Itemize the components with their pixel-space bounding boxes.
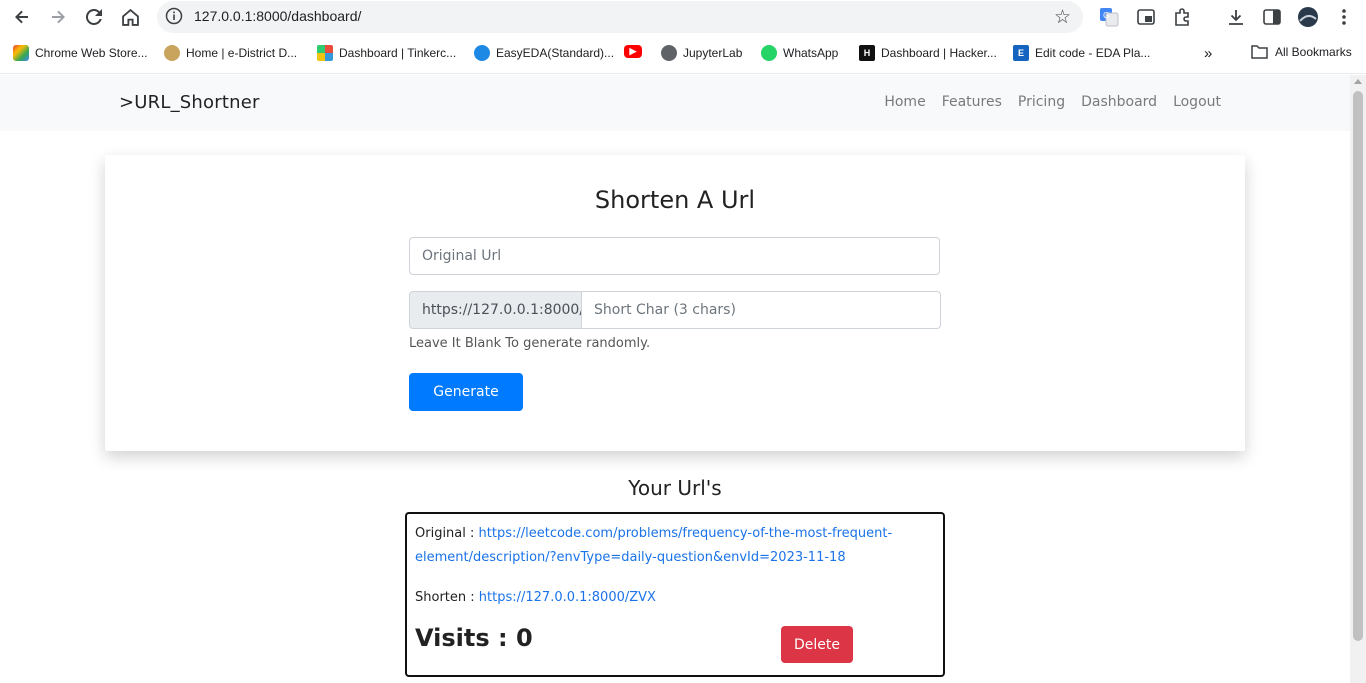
bookmark-tinkercad[interactable]: Dashboard | Tinkerc... xyxy=(317,45,456,61)
easyeda-icon xyxy=(474,45,490,61)
google-translate-icon[interactable]: G xyxy=(1098,6,1120,28)
profile-avatar-icon[interactable] xyxy=(1297,6,1319,28)
short-char-hint: Leave It Blank To generate randomly. xyxy=(409,336,651,351)
forward-arrow-icon[interactable] xyxy=(46,5,70,29)
folder-icon xyxy=(1251,45,1268,59)
home-icon[interactable] xyxy=(118,5,142,29)
svg-text:G: G xyxy=(1103,11,1109,20)
all-bookmarks-button[interactable]: All Bookmarks xyxy=(1251,45,1352,59)
chrome-web-store-icon xyxy=(13,45,29,61)
more-menu-icon[interactable] xyxy=(1333,6,1355,28)
whatsapp-icon xyxy=(761,45,777,61)
shorten-form-card: Shorten A Url https://127.0.0.1:8000/ Le… xyxy=(105,155,1245,451)
scrollbar-thumb[interactable] xyxy=(1353,91,1363,641)
site-navbar: >URL_Shortner Home Features Pricing Dash… xyxy=(0,75,1350,131)
emblem-icon xyxy=(164,45,180,61)
bookmark-label: Edit code - EDA Pla... xyxy=(1035,46,1151,60)
scroll-up-arrow-icon[interactable] xyxy=(1354,79,1362,84)
original-url-link[interactable]: https://leetcode.com/problems/frequency-… xyxy=(415,526,892,565)
generate-button[interactable]: Generate xyxy=(409,373,523,411)
original-label: Original : xyxy=(415,526,479,541)
side-panel-icon[interactable] xyxy=(1261,6,1283,28)
nav-links: Home Features Pricing Dashboard Logout xyxy=(884,94,1221,110)
globe-icon xyxy=(661,45,677,61)
back-arrow-icon[interactable] xyxy=(10,5,34,29)
nav-link-pricing[interactable]: Pricing xyxy=(1018,94,1065,110)
original-url-row: Original : https://leetcode.com/problems… xyxy=(415,522,935,570)
url-entry-card: Original : https://leetcode.com/problems… xyxy=(405,512,945,677)
bookmark-label: Home | e-District D... xyxy=(186,46,298,60)
extensions-puzzle-icon[interactable] xyxy=(1171,6,1193,28)
bookmark-e-district[interactable]: Home | e-District D... xyxy=(164,45,297,61)
short-char-input[interactable] xyxy=(581,291,941,329)
url-prefix-addon: https://127.0.0.1:8000/ xyxy=(409,291,584,329)
page-scrollbar[interactable] xyxy=(1350,75,1366,683)
bookmark-star-icon[interactable]: ☆ xyxy=(1054,6,1071,28)
delete-button[interactable]: Delete xyxy=(781,626,853,663)
bookmark-youtube[interactable]: ▶ xyxy=(624,45,648,58)
bookmark-jupyterlab[interactable]: JupyterLab xyxy=(661,45,742,61)
reload-icon[interactable] xyxy=(82,5,106,29)
eda-icon: E xyxy=(1013,45,1029,61)
all-bookmarks-label: All Bookmarks xyxy=(1275,45,1352,59)
visits-count: Visits : 0 xyxy=(415,624,533,652)
form-title: Shorten A Url xyxy=(594,186,756,214)
bookmark-hackerrank[interactable]: H Dashboard | Hacker... xyxy=(859,45,997,61)
bookmark-label: Dashboard | Tinkerc... xyxy=(339,46,457,60)
bookmark-label: Dashboard | Hacker... xyxy=(881,46,997,60)
hackerrank-icon: H xyxy=(859,45,875,61)
site-info-icon[interactable] xyxy=(165,7,183,25)
youtube-icon: ▶ xyxy=(624,45,642,58)
page-viewport: >URL_Shortner Home Features Pricing Dash… xyxy=(0,75,1350,683)
download-icon[interactable] xyxy=(1225,6,1247,28)
address-bar[interactable]: 127.0.0.1:8000/dashboard/ ☆ xyxy=(157,1,1083,33)
nav-link-home[interactable]: Home xyxy=(884,94,925,110)
short-url-link[interactable]: https://127.0.0.1:8000/ZVX xyxy=(479,590,656,605)
short-url-row: Shorten : https://127.0.0.1:8000/ZVX xyxy=(415,586,656,610)
bookmark-easyeda[interactable]: EasyEDA(Standard)... xyxy=(474,45,614,61)
nav-link-logout[interactable]: Logout xyxy=(1173,94,1221,110)
bookmarks-bar: Chrome Web Store... Home | e-District D.… xyxy=(0,34,1366,74)
shorten-label: Shorten : xyxy=(415,590,479,605)
bookmark-whatsapp[interactable]: WhatsApp xyxy=(761,45,838,61)
original-url-input[interactable] xyxy=(409,237,940,275)
bookmark-eda-playground[interactable]: E Edit code - EDA Pla... xyxy=(1013,45,1150,61)
bookmark-label: Chrome Web Store... xyxy=(35,46,148,60)
brand-logo[interactable]: >URL_Shortner xyxy=(119,92,260,113)
browser-toolbar: 127.0.0.1:8000/dashboard/ ☆ G xyxy=(0,0,1366,34)
bookmark-chrome-web-store[interactable]: Chrome Web Store... xyxy=(13,45,148,61)
bookmark-label: EasyEDA(Standard)... xyxy=(496,46,615,60)
address-bar-url[interactable]: 127.0.0.1:8000/dashboard/ xyxy=(194,8,361,24)
picture-in-picture-icon[interactable] xyxy=(1135,6,1157,28)
bookmark-label: JupyterLab xyxy=(683,46,743,60)
bookmarks-overflow-chevron-icon[interactable]: » xyxy=(1204,45,1212,62)
bookmark-label: WhatsApp xyxy=(783,46,839,60)
nav-link-features[interactable]: Features xyxy=(942,94,1002,110)
your-urls-heading: Your Url's xyxy=(628,476,722,500)
nav-link-dashboard[interactable]: Dashboard xyxy=(1081,94,1157,110)
tinkercad-icon xyxy=(317,45,333,61)
